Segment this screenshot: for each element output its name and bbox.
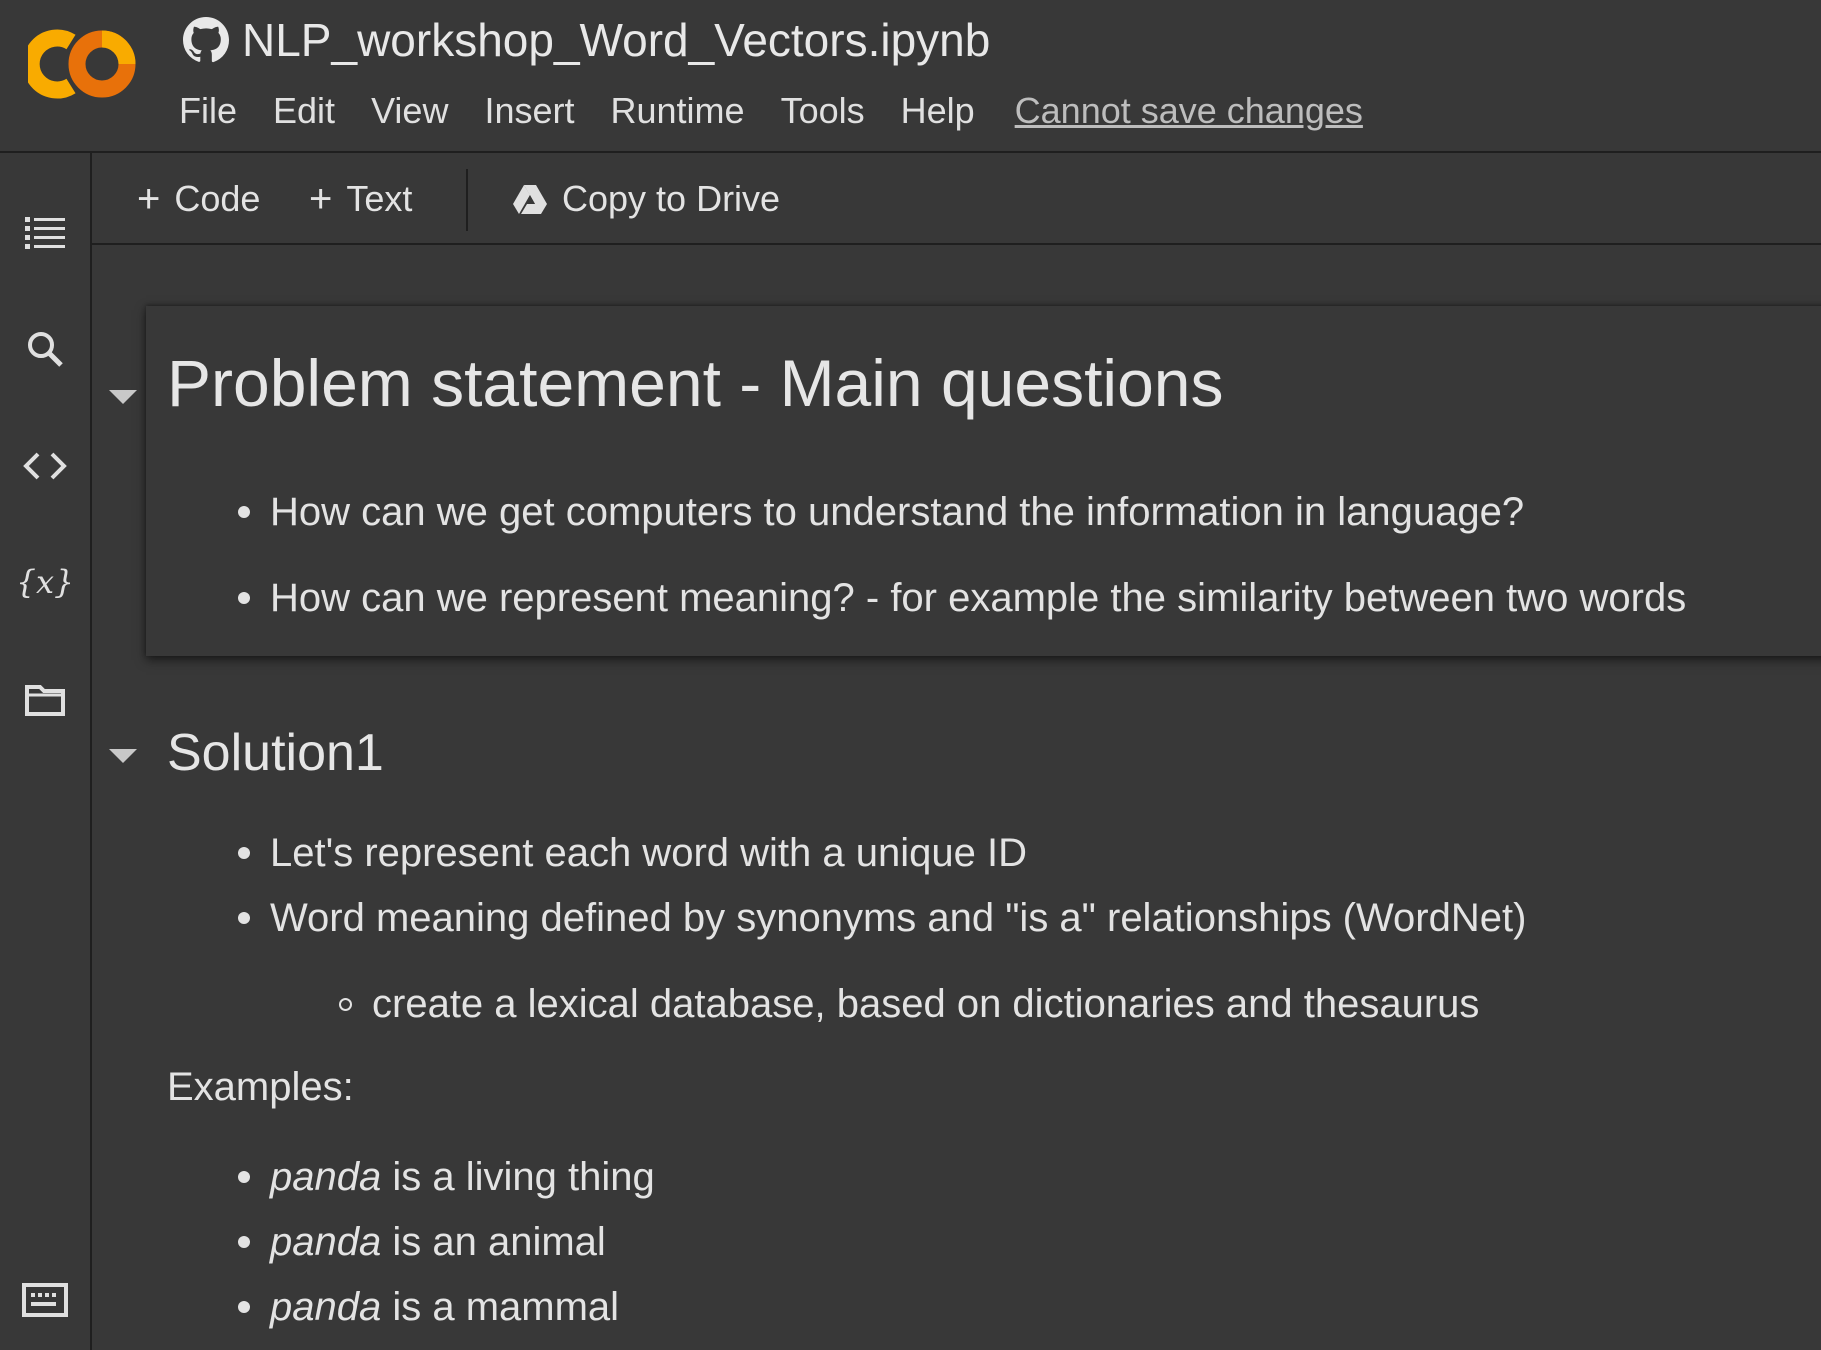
- add-code-cell-button[interactable]: + Code: [137, 153, 260, 245]
- code-snippets-icon[interactable]: [16, 437, 74, 495]
- table-of-contents-icon[interactable]: [16, 203, 74, 261]
- hollow-bullet-icon: [339, 997, 352, 1011]
- notebook-title[interactable]: NLP_workshop_Word_Vectors.ipynb: [242, 13, 990, 67]
- bullet-icon: [238, 1236, 250, 1248]
- list-item: panda is a mammal: [238, 1287, 619, 1327]
- example-subject: panda: [270, 1285, 382, 1329]
- github-icon[interactable]: [182, 16, 230, 64]
- add-text-cell-button[interactable]: + Text: [309, 153, 412, 245]
- bullet-icon: [238, 1171, 250, 1183]
- list-item: How can we get computers to understand t…: [238, 492, 1524, 532]
- colab-logo-icon[interactable]: [28, 26, 138, 102]
- copy-to-drive-button[interactable]: Copy to Drive: [512, 153, 780, 245]
- add-code-label: Code: [174, 178, 261, 219]
- list-item: Let's represent each word with a unique …: [238, 833, 1027, 873]
- bullet-icon: [238, 592, 250, 604]
- list-item-text: Word meaning defined by synonyms and "is…: [270, 896, 1527, 940]
- copy-to-drive-label: Copy to Drive: [562, 178, 781, 219]
- plus-icon: +: [309, 176, 333, 221]
- examples-label: Examples:: [167, 1065, 354, 1109]
- section-heading: Problem statement - Main questions: [167, 346, 1224, 420]
- left-sidebar: {x}: [0, 153, 92, 1350]
- subsection-heading: Solution1: [167, 724, 384, 782]
- menu-file[interactable]: File: [161, 90, 255, 132]
- list-item: panda is a living thing: [238, 1157, 655, 1197]
- menu-help[interactable]: Help: [883, 90, 993, 132]
- example-subject: panda: [270, 1155, 382, 1199]
- example-text: is a mammal: [381, 1285, 620, 1329]
- collapse-section-caret-icon[interactable]: [109, 749, 137, 763]
- variables-icon[interactable]: {x}: [16, 554, 74, 612]
- add-text-label: Text: [346, 178, 413, 219]
- menu-bar: File Edit View Insert Runtime Tools Help…: [161, 88, 1381, 134]
- terminal-icon[interactable]: [16, 1271, 74, 1329]
- list-item-text: create a lexical database, based on dict…: [372, 982, 1480, 1026]
- list-item-text: How can we represent meaning? - for exam…: [270, 576, 1687, 620]
- list-item: Word meaning defined by synonyms and "is…: [238, 898, 1526, 938]
- list-item: How can we represent meaning? - for exam…: [238, 578, 1686, 618]
- bullet-icon: [238, 847, 250, 859]
- list-item-text: How can we get computers to understand t…: [270, 490, 1525, 534]
- menu-insert[interactable]: Insert: [466, 90, 592, 132]
- menu-edit[interactable]: Edit: [255, 90, 353, 132]
- search-icon[interactable]: [16, 320, 74, 378]
- top-header: NLP_workshop_Word_Vectors.ipynb File Edi…: [0, 0, 1821, 153]
- example-subject: panda: [270, 1220, 382, 1264]
- cell-toolbar: + Code + Text Copy to Drive: [92, 153, 1821, 245]
- bullet-icon: [238, 912, 250, 924]
- example-text: is an animal: [381, 1220, 606, 1264]
- example-text: is a living thing: [381, 1155, 655, 1199]
- save-status-link[interactable]: Cannot save changes: [997, 90, 1381, 132]
- list-item-text: Let's represent each word with a unique …: [270, 831, 1027, 875]
- list-item: panda is an animal: [238, 1222, 606, 1262]
- files-icon[interactable]: [16, 671, 74, 729]
- google-drive-icon: [513, 185, 547, 214]
- menu-tools[interactable]: Tools: [763, 90, 883, 132]
- plus-icon: +: [137, 176, 161, 221]
- bullet-icon: [238, 1301, 250, 1313]
- sub-list-item: create a lexical database, based on dict…: [339, 984, 1479, 1024]
- menu-runtime[interactable]: Runtime: [593, 90, 763, 132]
- svg-text:{x}: {x}: [20, 563, 70, 601]
- toolbar-divider: [466, 169, 468, 231]
- menu-view[interactable]: View: [353, 90, 466, 132]
- bullet-icon: [238, 506, 250, 518]
- collapse-section-caret-icon[interactable]: [109, 390, 137, 404]
- title-row: NLP_workshop_Word_Vectors.ipynb: [182, 12, 990, 68]
